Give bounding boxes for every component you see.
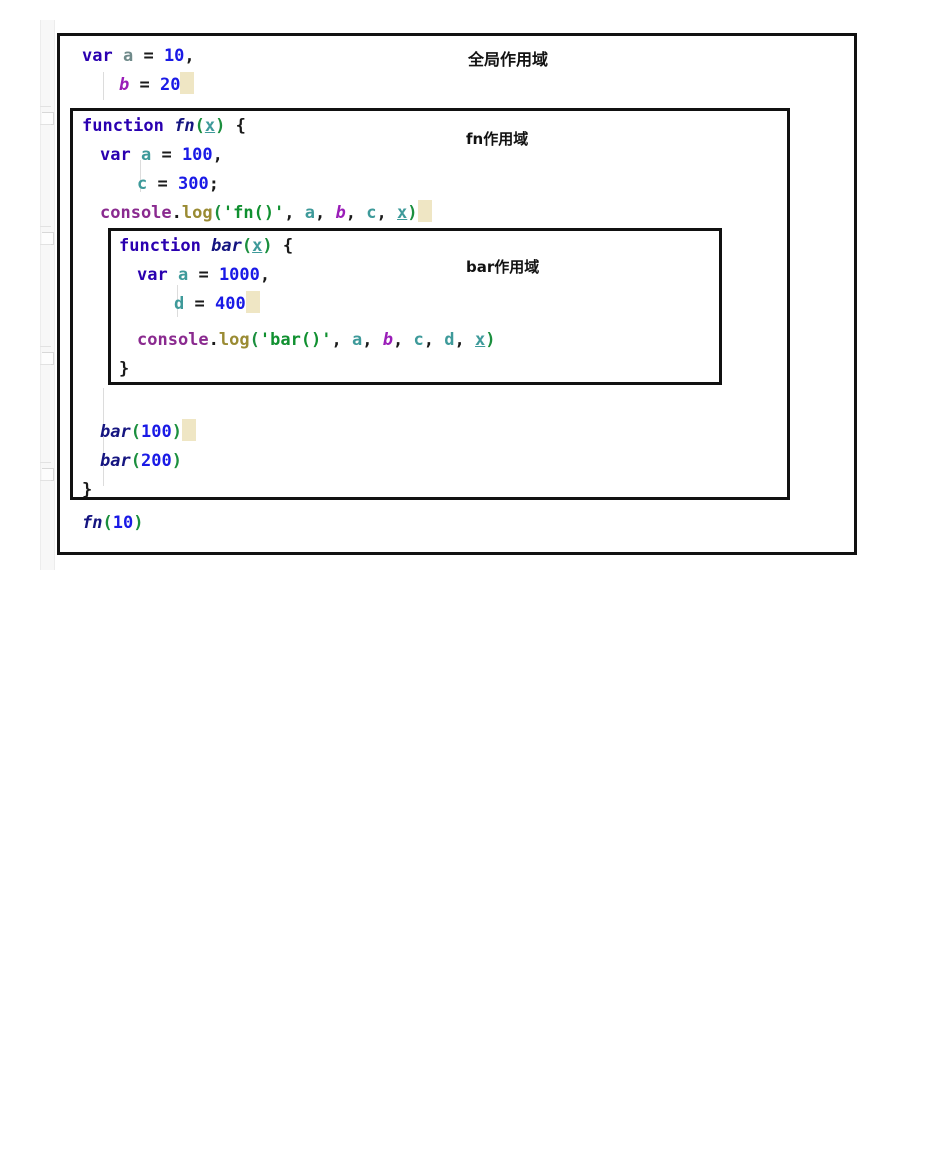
semicolon: ; bbox=[208, 174, 219, 194]
annotation-bar-scope: bar作用域 bbox=[466, 258, 540, 276]
code-line-1: var a = 10, bbox=[82, 42, 195, 71]
arglist-fn: , a, b, c, x bbox=[284, 203, 408, 223]
lparen: ( bbox=[194, 116, 205, 136]
code-line-4: var a = 100, bbox=[100, 141, 223, 170]
keyword-function: function bbox=[119, 236, 201, 256]
rparen: ) bbox=[407, 203, 418, 223]
code-line-3: function fn(x) { bbox=[82, 112, 246, 141]
code-line-8: var a = 1000, bbox=[137, 261, 270, 290]
comma: , bbox=[212, 145, 223, 165]
param-x: x bbox=[204, 116, 216, 136]
rparen: ) bbox=[485, 330, 496, 350]
assign-operator: = bbox=[188, 265, 219, 285]
keyword-var: var bbox=[82, 46, 113, 66]
number-100: 100 bbox=[140, 422, 172, 442]
code-line-15: fn(10) bbox=[82, 509, 143, 538]
lparen: ( bbox=[249, 330, 260, 350]
variable-b: b bbox=[119, 75, 130, 95]
code-line-13: bar(200) bbox=[100, 447, 182, 476]
code-editor-content[interactable]: var a = 10, b = 20 function fn(x) { var … bbox=[0, 0, 934, 575]
object-console: console bbox=[137, 330, 209, 350]
lparen: ( bbox=[102, 513, 113, 533]
function-name-bar: bar bbox=[211, 236, 242, 256]
assign-operator: = bbox=[151, 145, 182, 165]
assign-operator: = bbox=[184, 294, 215, 314]
keyword-function: function bbox=[82, 116, 164, 136]
number-400: 400 bbox=[214, 294, 246, 314]
rparen: ) bbox=[262, 236, 273, 256]
code-line-6: console.log('fn()', a, b, c, x) bbox=[100, 199, 432, 228]
annotation-fn-scope: fn作用域 bbox=[466, 130, 529, 148]
rparen: ) bbox=[171, 422, 182, 442]
number-200: 200 bbox=[140, 451, 172, 471]
function-name-fn: fn bbox=[174, 116, 195, 136]
arglist-bar: , a, b, c, d, x bbox=[331, 330, 486, 350]
lparen: ( bbox=[212, 203, 223, 223]
dot: . bbox=[208, 330, 219, 350]
comma: , bbox=[259, 265, 271, 285]
number-10: 10 bbox=[112, 513, 134, 533]
lbrace: { bbox=[225, 116, 246, 136]
keyword-var: var bbox=[137, 265, 168, 285]
number-300: 300 bbox=[177, 174, 209, 194]
call-fn: fn bbox=[82, 513, 103, 533]
caret-highlight bbox=[245, 291, 260, 313]
caret-highlight bbox=[181, 419, 196, 441]
lparen: ( bbox=[241, 236, 253, 256]
param-x: x bbox=[252, 236, 263, 256]
rbrace-bar: } bbox=[119, 359, 130, 379]
annotation-global-scope: 全局作用域 bbox=[468, 50, 549, 69]
number-10: 10 bbox=[163, 46, 185, 66]
variable-d: d bbox=[174, 294, 185, 314]
caret-highlight bbox=[417, 200, 432, 222]
rparen: ) bbox=[133, 513, 144, 533]
method-log: log bbox=[181, 203, 213, 223]
assign-operator: = bbox=[133, 46, 164, 66]
code-line-12: bar(100) bbox=[100, 418, 196, 447]
lbrace: { bbox=[272, 236, 294, 256]
variable-c: c bbox=[137, 174, 148, 194]
call-bar: bar bbox=[100, 451, 131, 471]
variable-a: a bbox=[177, 265, 189, 285]
assign-operator: = bbox=[129, 75, 160, 95]
code-line-9: d = 400 bbox=[174, 290, 260, 319]
method-log: log bbox=[218, 330, 250, 350]
code-line-2: b = 20 bbox=[119, 71, 195, 100]
code-line-5: c = 300; bbox=[137, 170, 219, 199]
string-fn: 'fn()' bbox=[222, 203, 285, 223]
number-20: 20 bbox=[159, 75, 181, 95]
call-bar: bar bbox=[100, 422, 131, 442]
code-scope-diagram: var a = 10, b = 20 function fn(x) { var … bbox=[0, 0, 934, 575]
string-bar: 'bar()' bbox=[259, 330, 332, 350]
comma: , bbox=[184, 46, 195, 66]
code-line-7: function bar(x) { bbox=[119, 232, 293, 261]
caret-highlight bbox=[180, 72, 195, 94]
variable-a: a bbox=[140, 145, 152, 165]
assign-operator: = bbox=[147, 174, 178, 194]
code-line-11: } bbox=[119, 355, 129, 384]
keyword-var: var bbox=[100, 145, 131, 165]
dot: . bbox=[171, 203, 182, 223]
variable-a: a bbox=[122, 46, 134, 66]
object-console: console bbox=[100, 203, 172, 223]
rparen: ) bbox=[171, 451, 182, 471]
lparen: ( bbox=[130, 451, 141, 471]
number-100: 100 bbox=[181, 145, 213, 165]
rparen: ) bbox=[215, 116, 226, 136]
lparen: ( bbox=[130, 422, 141, 442]
number-1000: 1000 bbox=[218, 265, 260, 285]
code-line-10: console.log('bar()', a, b, c, d, x) bbox=[137, 326, 496, 355]
rbrace-fn: } bbox=[82, 480, 93, 500]
code-line-14: } bbox=[82, 476, 92, 505]
